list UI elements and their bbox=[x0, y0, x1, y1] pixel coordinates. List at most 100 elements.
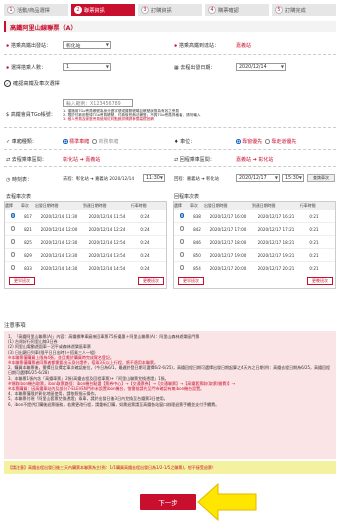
duration: 0:21 bbox=[309, 213, 319, 219]
dest-value: 嘉義站 bbox=[236, 43, 252, 49]
row-radio[interactable] bbox=[10, 239, 16, 244]
arrival-time: 2020/12/17 17:21 bbox=[257, 226, 295, 232]
seat-label-text: 車位： bbox=[180, 139, 196, 145]
car-type-label-text: 車廂種類： bbox=[11, 139, 37, 145]
date-label: ▦ 去程出發日期： bbox=[174, 64, 216, 72]
step-label: 購票確認 bbox=[218, 7, 239, 14]
date-label-text: 去程出發日期： bbox=[180, 65, 216, 71]
clock-icon: ◷ bbox=[6, 176, 11, 183]
back-from: 嘉義站 bbox=[236, 157, 252, 163]
step-number: 2 bbox=[74, 6, 82, 14]
back-later-button[interactable]: 更晚班次 bbox=[307, 277, 333, 285]
table-row[interactable]: 833 2020/12/14 14:30 2020/12/14 14:54 0:… bbox=[5, 261, 166, 274]
date-select[interactable]: 2020/12/14 ▼ bbox=[236, 63, 286, 71]
out-section-label: ⇄ 去程乘車區間： bbox=[6, 156, 47, 164]
product-title-bar: 高鐵阿里山線聯票（A） bbox=[4, 21, 336, 32]
timetable-label-text: 時刻表： bbox=[11, 177, 32, 183]
divider bbox=[4, 127, 336, 128]
back-table-caption: 回程車次表 bbox=[174, 194, 200, 200]
next-button[interactable]: 下一步 bbox=[140, 494, 196, 510]
back-timetable: 選擇 車次 出發日期時間 到達日期時間 行車時間 838 2020/12/17 … bbox=[173, 201, 336, 289]
row-radio[interactable] bbox=[179, 213, 185, 218]
out-from: 彰化站 bbox=[63, 157, 79, 163]
departure-time: 2020/12/14 11:30 bbox=[40, 213, 78, 219]
table-row[interactable]: 817 2020/12/14 11:30 2020/12/14 11:54 0:… bbox=[5, 209, 166, 222]
row-radio[interactable] bbox=[10, 213, 16, 218]
train-number: 838 bbox=[193, 213, 201, 219]
col-header: 出發日期時間 bbox=[35, 202, 59, 208]
duration: 0:24 bbox=[140, 265, 150, 271]
divider bbox=[4, 166, 336, 167]
seat-label: ♦ 車位： bbox=[174, 138, 196, 146]
back-earlier-button[interactable]: 更早班次 bbox=[178, 277, 204, 285]
col-header: 行車時間 bbox=[131, 202, 147, 208]
back-section-route: 嘉義站 ➔ 彰化站 bbox=[236, 156, 274, 164]
count-label-text: 選擇搭乘人數： bbox=[10, 65, 46, 71]
step-label: 訂購完成 bbox=[285, 7, 306, 14]
arrival-time: 2020/12/14 12:54 bbox=[88, 239, 126, 245]
table-row[interactable]: 821 2020/12/14 12:00 2020/12/14 12:24 0:… bbox=[5, 222, 166, 235]
departure-time: 2020/12/14 12:00 bbox=[40, 226, 78, 232]
row-radio[interactable] bbox=[10, 265, 16, 270]
train-number: 825 bbox=[24, 239, 32, 245]
out-time-value: 11:30 bbox=[146, 175, 160, 181]
back-to: 彰化站 bbox=[258, 157, 274, 163]
row-radio[interactable] bbox=[10, 226, 16, 231]
table-row[interactable]: 825 2020/12/14 12:30 2020/12/14 12:54 0:… bbox=[5, 235, 166, 248]
car-type-options: 標準車廂 商務車廂 bbox=[63, 138, 118, 145]
timetable-label: ◷ 時刻表： bbox=[6, 176, 32, 184]
row-radio[interactable] bbox=[179, 265, 185, 270]
table-row[interactable]: 850 2020/12/17 19:00 2020/12/17 19:21 0:… bbox=[174, 248, 335, 261]
back-query-button[interactable]: 查詢車次 bbox=[307, 174, 335, 182]
origin-select[interactable]: 彰化站 ▼ bbox=[63, 41, 111, 49]
arrow-right-icon: ➔ bbox=[252, 156, 257, 163]
radio-window[interactable] bbox=[236, 139, 241, 144]
duration: 0:24 bbox=[140, 213, 150, 219]
count-select[interactable]: 1 ▼ bbox=[63, 63, 111, 71]
row-radio[interactable] bbox=[179, 239, 185, 244]
out-earlier-button[interactable]: 更早班次 bbox=[9, 277, 35, 285]
departure-time: 2020/12/17 18:00 bbox=[209, 239, 247, 245]
departure-time: 2020/12/17 20:00 bbox=[209, 265, 247, 271]
row-radio[interactable] bbox=[179, 226, 185, 231]
duration: 0:21 bbox=[309, 239, 319, 245]
radio-business[interactable] bbox=[92, 139, 97, 144]
chevron-down-icon: ▼ bbox=[298, 175, 302, 180]
row-radio[interactable] bbox=[10, 252, 16, 257]
tgo-input[interactable]: 輸入範例：X123456789 bbox=[63, 99, 133, 107]
arrival-time: 2020/12/17 20:21 bbox=[257, 265, 295, 271]
radio-standard[interactable] bbox=[63, 139, 68, 144]
step-number: 1 bbox=[7, 6, 15, 14]
back-date-select[interactable]: 2020/12/17 ▼ bbox=[236, 174, 280, 182]
step-3: 3 訂購資訊 bbox=[138, 4, 202, 16]
train-number: 846 bbox=[193, 239, 201, 245]
train-number: 842 bbox=[193, 226, 201, 232]
table-row[interactable]: 829 2020/12/14 13:30 2020/12/14 13:54 0:… bbox=[5, 248, 166, 261]
step-number: 3 bbox=[141, 6, 149, 14]
row-radio[interactable] bbox=[179, 252, 185, 257]
arrival-time: 2020/12/17 18:21 bbox=[257, 239, 295, 245]
swap-icon: ⇄ bbox=[6, 156, 11, 163]
back-time-select[interactable]: 15:30 ▼ bbox=[282, 174, 304, 182]
out-time-select[interactable]: 11:30 ▼ bbox=[143, 174, 165, 182]
radio-aisle[interactable] bbox=[265, 139, 270, 144]
arrival-time: 2020/12/14 13:54 bbox=[88, 252, 126, 258]
out-later-button[interactable]: 更晚班次 bbox=[138, 277, 164, 285]
train-number: 854 bbox=[193, 265, 201, 271]
train-number: 833 bbox=[24, 265, 32, 271]
back-section-label: ⇄ 回程乘車區間： bbox=[174, 156, 215, 164]
count-value: 1 bbox=[66, 64, 70, 70]
notice-line: 6、ibon不提供訂購後退票服務，若需更改行程，請重新訂購，如需退票請至高鐵各站… bbox=[8, 401, 220, 407]
duration: 0:24 bbox=[140, 252, 150, 258]
departure-time: 2020/12/14 14:30 bbox=[40, 265, 78, 271]
seat-option-label: 靠走道優先 bbox=[271, 139, 297, 145]
table-row[interactable]: 846 2020/12/17 18:00 2020/12/17 18:21 0:… bbox=[174, 235, 335, 248]
table-row[interactable]: 838 2020/12/17 16:00 2020/12/17 16:21 0:… bbox=[174, 209, 335, 222]
out-section-route: 彰化站 ➔ 嘉義站 bbox=[63, 156, 100, 164]
col-header: 車次 bbox=[21, 202, 29, 208]
back-section-label-text: 回程乘車區間： bbox=[179, 157, 215, 163]
table-row[interactable]: 842 2020/12/17 17:00 2020/12/17 17:21 0:… bbox=[174, 222, 335, 235]
table-row[interactable]: 854 2020/12/17 20:00 2020/12/17 20:21 0:… bbox=[174, 261, 335, 274]
dollar-icon: $ bbox=[6, 111, 10, 118]
train-number: 850 bbox=[193, 252, 201, 258]
